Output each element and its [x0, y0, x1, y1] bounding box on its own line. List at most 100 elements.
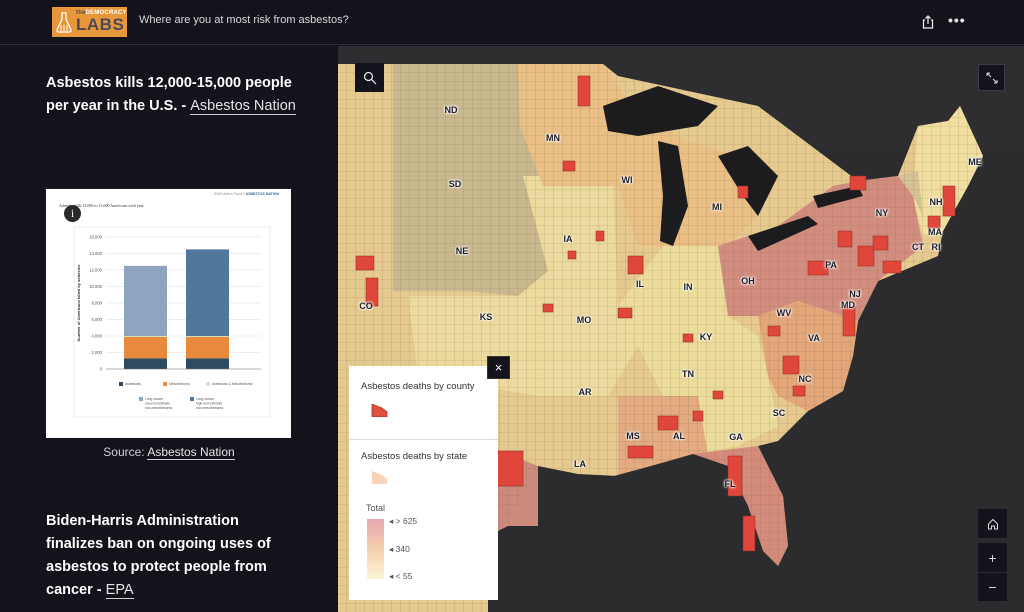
state-label-ct: CT [912, 242, 924, 252]
legend-swatch [139, 397, 143, 401]
map-legend: Asbestos deaths by county Asbestos death… [349, 366, 498, 600]
state-label-ma: MA [928, 227, 942, 237]
more-options-button[interactable]: ••• [948, 13, 968, 30]
state-label-sc: SC [772, 408, 786, 418]
state-label-ny: NY [875, 208, 889, 218]
y-tick-label: 4,000 [92, 334, 103, 339]
legend-ramp-mid: ◂ 340 [389, 544, 410, 554]
legend-label: Lung cancer [145, 397, 164, 401]
state-label-nj: NJ [849, 289, 861, 299]
legend-swatch [163, 382, 167, 386]
search-icon [363, 71, 376, 84]
state-label-fl: FL [724, 479, 736, 489]
state-label-ga: GA [729, 432, 743, 442]
close-legend-button[interactable]: × [487, 356, 510, 379]
story-sidebar[interactable]: Asbestos kills 12,000-15,000 people per … [0, 46, 338, 612]
flask-icon [56, 12, 72, 33]
legend-label: low-end estimate [145, 402, 170, 406]
app-header: theDEMOCRACY LABS Where are you at most … [0, 0, 1024, 45]
bar-segment [186, 336, 229, 337]
source-link[interactable]: Asbestos Nation [147, 445, 235, 460]
fullscreen-button[interactable] [978, 64, 1005, 91]
share-icon[interactable] [920, 14, 936, 30]
legend-label: Lung cancer [196, 397, 215, 401]
bar-segment [186, 358, 229, 369]
legend-swatch [190, 397, 194, 401]
stacked-bar-chart: 02,0004,0006,0008,00010,00012,00014,0001… [73, 226, 271, 418]
state-label-mn: MN [546, 133, 560, 143]
y-tick-label: 8,000 [92, 301, 103, 306]
bar-segment [124, 265, 167, 336]
bar-segment [124, 336, 167, 359]
democracy-labs-logo[interactable]: theDEMOCRACY LABS [52, 7, 127, 37]
legend-ramp-low: ◂ < 55 [389, 571, 413, 581]
chart-frame [73, 226, 271, 418]
y-tick-label: 14,000 [89, 251, 102, 256]
legend-label: Asbestosis [125, 382, 141, 386]
state-label-ks: KS [479, 312, 493, 322]
bar-segment [124, 336, 167, 337]
legend-ramp-high: ◂ > 625 [389, 516, 418, 526]
bar-segment [124, 358, 167, 369]
legend-label: Mesothelioma [169, 382, 190, 386]
state-label-la: LA [574, 459, 586, 469]
state-label-nh: NH [929, 197, 943, 207]
state-label-oh: OH [741, 276, 755, 286]
home-button[interactable] [978, 509, 1007, 538]
legend-state-title: Asbestos deaths by state [361, 451, 468, 462]
state-label-va: VA [808, 333, 820, 343]
y-tick-label: 16,000 [89, 235, 102, 240]
state-label-ms: MS [626, 431, 640, 441]
y-tick-label: 12,000 [89, 268, 102, 273]
legend-ramp-title: Total [366, 503, 386, 513]
asbestos-map[interactable]: ND MN SD WI MI NE IA IL IN OH PA NY ME NH MA CT RI NJ MD CO… [338, 46, 1024, 612]
legend-swatch [206, 382, 210, 386]
legend-county-section: Asbestos deaths by county [349, 366, 498, 440]
bar-segment [186, 336, 229, 359]
asbestos-nation-link[interactable]: Asbestos Nation [190, 98, 296, 115]
map-search-button[interactable] [355, 63, 384, 92]
legend-label: Asbestosis & Mesothelioma [212, 382, 253, 386]
state-label-ky: KY [699, 332, 713, 342]
state-label-mi: MI [712, 202, 722, 212]
state-label-tn: TN [682, 369, 694, 379]
chart-brand: EWG Action Fund // ASBESTOS NATION [213, 192, 279, 196]
y-tick-label: 10,000 [89, 284, 102, 289]
state-label-ri: RI [931, 242, 941, 252]
y-tick-label: 6,000 [92, 317, 103, 322]
legend-label: non-mesothelioma [196, 406, 223, 410]
state-label-nd: ND [444, 105, 458, 115]
y-tick-label: 2,000 [92, 350, 103, 355]
county-swatch-icon [371, 404, 388, 417]
legend-label: high-end estimate [196, 402, 222, 406]
state-label-sd: SD [448, 179, 462, 189]
legend-county-title: Asbestos deaths by county [361, 381, 475, 392]
expand-icon [986, 72, 997, 83]
state-swatch-icon [372, 471, 387, 484]
home-icon [987, 518, 998, 529]
asbestos-deaths-chart-image: EWG Action Fund // ASBESTOS NATION Asbes… [46, 189, 291, 438]
state-label-me: ME [968, 157, 982, 167]
legend-swatch [119, 382, 123, 386]
state-label-nc: NC [798, 374, 812, 384]
state-label-mo: MO [576, 315, 592, 325]
headline-epa-ban: Biden-Harris Administration finalizes ba… [46, 513, 271, 599]
state-label-pa: PA [825, 260, 837, 270]
epa-link[interactable]: EPA [105, 582, 134, 599]
state-label-al: AL [673, 431, 685, 441]
legend-color-ramp [367, 519, 384, 579]
logo-text-labs: LABS [76, 15, 125, 34]
zoom-in-button[interactable]: + [978, 543, 1007, 572]
info-button[interactable]: i [64, 205, 81, 222]
chart-source: Source: Asbestos Nation [103, 445, 235, 460]
zoom-out-button[interactable]: − [978, 572, 1007, 601]
app-title: Where are you at most risk from asbestos… [139, 14, 349, 26]
state-label-ne: NE [455, 246, 469, 256]
headline-asbestos-deaths: Asbestos kills 12,000-15,000 people per … [46, 75, 296, 115]
state-label-co: CO [359, 301, 373, 311]
legend-label: non-mesothelioma [145, 406, 172, 410]
state-label-wv: WV [776, 308, 792, 318]
state-label-in: IN [683, 282, 693, 292]
bar-segment [186, 249, 229, 336]
state-label-ia: IA [563, 234, 573, 244]
